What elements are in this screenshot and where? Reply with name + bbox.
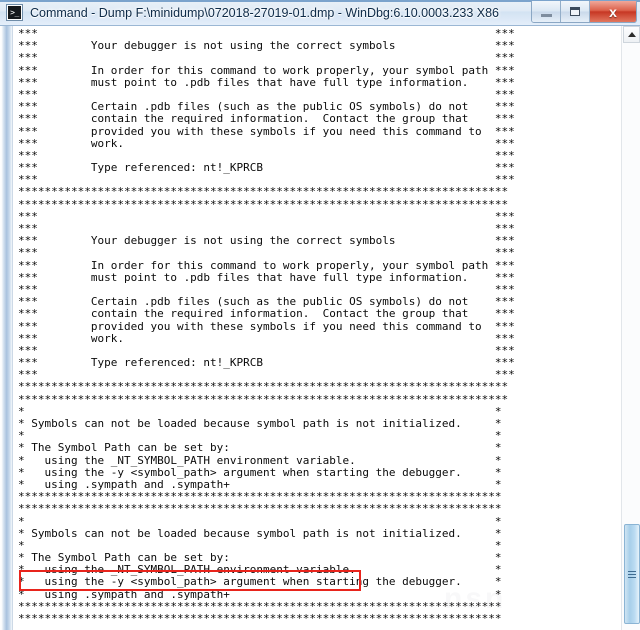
console-line: * using the _NT_SYMBOL_PATH environment … xyxy=(18,453,502,467)
command-output-pane[interactable]: *** *** *** Your debugger is not using th… xyxy=(14,26,612,630)
windbg-command-window: >_ Command - Dump F:\minidump\072018-270… xyxy=(0,0,640,630)
mdi-left-edge xyxy=(0,26,13,630)
command-prompt-icon-glyph: >_ xyxy=(8,6,21,19)
minimize-button[interactable] xyxy=(532,1,561,22)
console-line: *** contain the required information. Co… xyxy=(18,307,515,321)
restore-icon xyxy=(570,7,580,16)
scrollbar-thumb[interactable] xyxy=(624,524,640,624)
watermark-text: nsn xyxy=(444,582,507,615)
console-text: *** *** *** Your debugger is not using th… xyxy=(14,26,612,630)
scrollbar-grip-icon xyxy=(628,569,636,580)
console-line: ****************************************… xyxy=(18,612,502,625)
console-line: * using the -y <symbol_path> argument wh… xyxy=(18,575,502,589)
console-line: * * xyxy=(18,514,502,528)
vertical-scrollbar[interactable] xyxy=(621,26,640,630)
console-line: *** provided you with these symbols if y… xyxy=(18,124,515,138)
title-bar[interactable]: >_ Command - Dump F:\minidump\072018-270… xyxy=(0,0,640,26)
console-line: ****************************************… xyxy=(18,380,509,394)
console-line: * using .sympath and .sympath+ * xyxy=(18,587,502,601)
console-line: *** provided you with these symbols if y… xyxy=(18,319,515,333)
client-area: *** *** *** Your debugger is not using th… xyxy=(0,26,640,630)
scroll-up-button[interactable] xyxy=(623,26,640,43)
console-line: ****************************************… xyxy=(18,197,509,211)
console-line: ****************************************… xyxy=(18,502,502,516)
console-line: *** In order for this command to work pr… xyxy=(18,63,515,77)
console-line: ****************************************… xyxy=(18,392,509,406)
console-line: * The Symbol Path can be set by: * xyxy=(18,441,502,455)
scroll-up-arrow-icon xyxy=(627,32,636,37)
console-line: *** In order for this command to work pr… xyxy=(18,258,515,272)
close-icon: x xyxy=(609,3,617,20)
close-button[interactable]: x xyxy=(590,1,636,22)
window-controls: x xyxy=(531,1,637,23)
console-line: *** *** xyxy=(18,246,515,260)
restore-button[interactable] xyxy=(561,1,590,22)
console-line: *** contain the required information. Co… xyxy=(18,112,515,126)
console-line: *** *** xyxy=(18,51,515,65)
command-prompt-icon[interactable]: >_ xyxy=(6,4,23,21)
console-line: ****************************************… xyxy=(18,185,509,199)
minimize-icon xyxy=(540,13,552,17)
